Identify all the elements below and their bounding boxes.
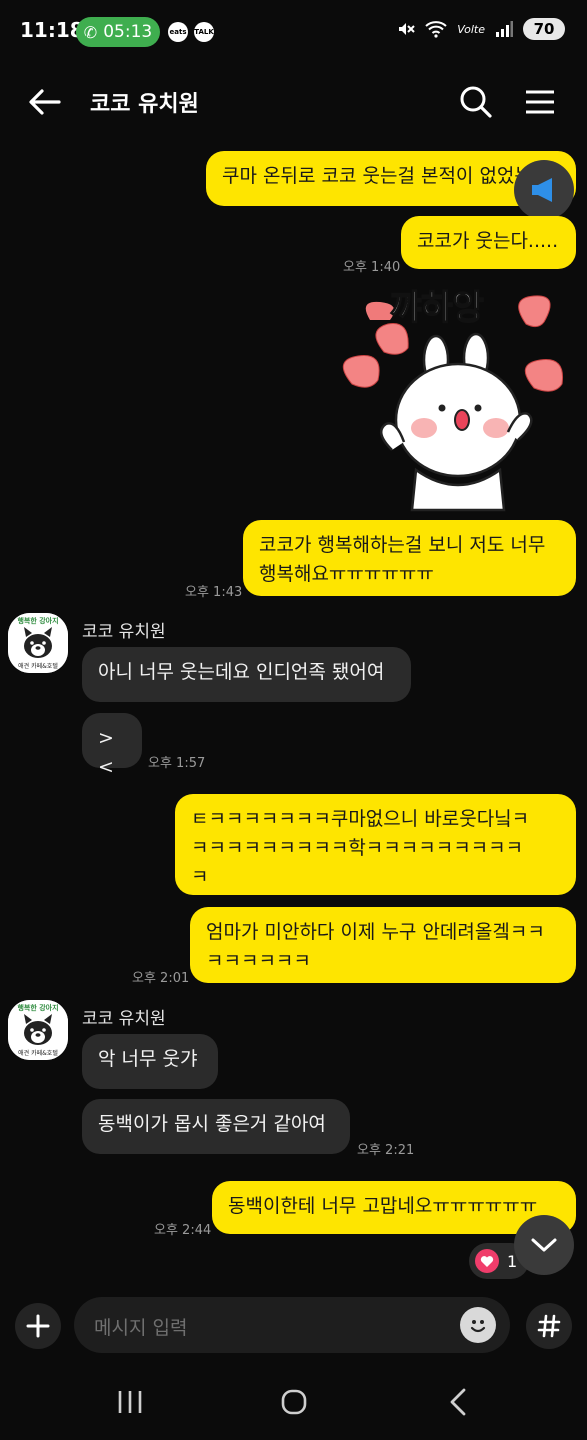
message-timestamp: 오후 2:21 xyxy=(357,1143,415,1158)
signal-icon xyxy=(496,21,513,37)
avatar-bottom-text: 애견 카페&호텔 xyxy=(18,663,58,670)
recent-apps-icon xyxy=(118,1391,142,1413)
system-back-button[interactable] xyxy=(438,1382,478,1422)
message-input[interactable]: 메시지 입력 xyxy=(94,1313,187,1340)
sender-name: 코코 유치원 xyxy=(82,622,166,642)
emoji-button[interactable] xyxy=(460,1307,496,1343)
menu-button[interactable] xyxy=(520,82,560,122)
message-bubble-theirs[interactable]: >< xyxy=(82,713,142,778)
message-bubble-mine[interactable]: 코코가 웃는다..... xyxy=(401,216,576,269)
emoji-icon xyxy=(470,1320,486,1333)
ongoing-call-pill[interactable]: ✆ 05:13 xyxy=(76,17,160,47)
call-timer: 05:13 xyxy=(103,22,153,42)
bunny-sticker[interactable]: 꺄하앙 xyxy=(340,280,575,515)
attach-button[interactable] xyxy=(15,1303,61,1349)
home-button[interactable] xyxy=(274,1382,314,1422)
status-time: 11:18 xyxy=(20,18,84,42)
home-icon xyxy=(281,1389,307,1415)
message-bubble-mine[interactable]: ㅌㅋㅋㅋㅋㅋㅋㅋ쿠마없으니 바로웃다닠ㅋ ㅋㅋㅋㅋㅋㅋㅋㅋㅋ학ㅋㅋㅋㅋㅋㅋㅋㅋㅋ… xyxy=(175,794,576,895)
plus-icon xyxy=(26,1314,50,1338)
search-button[interactable] xyxy=(456,82,496,122)
message-timestamp: 오후 1:57 xyxy=(148,756,206,771)
message-bubble-theirs[interactable]: 아니 너무 웃는데요 인디언족 됐어여 xyxy=(82,647,411,702)
hashtag-search-button[interactable] xyxy=(526,1303,572,1349)
sticker-text: 꺄하앙 xyxy=(389,287,484,329)
chevron-down-icon xyxy=(531,1238,557,1252)
search-icon xyxy=(460,86,492,118)
chat-title: 코코 유치원 xyxy=(90,92,199,117)
chevron-left-icon xyxy=(450,1388,466,1416)
megaphone-icon xyxy=(532,178,552,202)
announcement-button[interactable] xyxy=(514,160,574,220)
avatar-bottom-text: 애견 카페&호텔 xyxy=(18,1050,58,1057)
message-timestamp: 오후 2:44 xyxy=(154,1223,212,1238)
mute-icon xyxy=(399,23,415,35)
wifi-icon xyxy=(425,21,447,38)
phone-icon: ✆ xyxy=(83,22,98,42)
kakaotalk-app-icon: TALK xyxy=(194,22,214,42)
status-bar: 11:18 ✆ 05:13 eats TALK Volte 70 xyxy=(0,0,587,62)
message-bubble-theirs[interactable]: 동백이가 몹시 좋은거 같아여 xyxy=(82,1099,350,1154)
battery-indicator: 70 xyxy=(523,18,565,40)
hamburger-menu-icon xyxy=(526,90,554,114)
message-bubble-mine[interactable]: 코코가 행복해하는걸 보니 저도 너무 행복해요ㅠㅠㅠㅠㅠㅠ xyxy=(243,520,576,596)
hash-icon xyxy=(537,1314,561,1338)
volte-label: Volte xyxy=(457,22,485,36)
back-button[interactable] xyxy=(24,82,64,122)
message-timestamp: 오후 1:40 xyxy=(343,260,401,275)
sender-name: 코코 유치원 xyxy=(82,1009,166,1029)
scroll-to-bottom-button[interactable] xyxy=(514,1215,574,1275)
system-indicators: Volte 70 xyxy=(397,18,565,40)
message-timestamp: 오후 1:43 xyxy=(185,585,243,600)
avatar-top-text: 행복한 강아지 xyxy=(17,617,59,625)
avatar-top-text: 행복한 강아지 xyxy=(17,1004,59,1012)
heart-icon xyxy=(475,1249,499,1273)
eats-app-icon: eats xyxy=(168,22,188,42)
message-bubble-theirs[interactable]: 악 너무 웃갸 xyxy=(82,1034,218,1089)
sender-avatar[interactable]: 행복한 강아지 애견 카페&호텔 xyxy=(8,1000,68,1060)
system-navigation-bar xyxy=(0,1360,587,1440)
message-timestamp: 오후 2:01 xyxy=(132,971,190,986)
recent-apps-button[interactable] xyxy=(110,1382,150,1422)
message-bubble-mine[interactable]: 엄마가 미안하다 이제 누구 안데려올겤ㅋㅋ ㅋㅋㅋㅋㅋㅋ xyxy=(190,907,576,983)
sender-avatar[interactable]: 행복한 강아지 애견 카페&호텔 xyxy=(8,613,68,673)
arrow-left-icon xyxy=(29,89,61,115)
